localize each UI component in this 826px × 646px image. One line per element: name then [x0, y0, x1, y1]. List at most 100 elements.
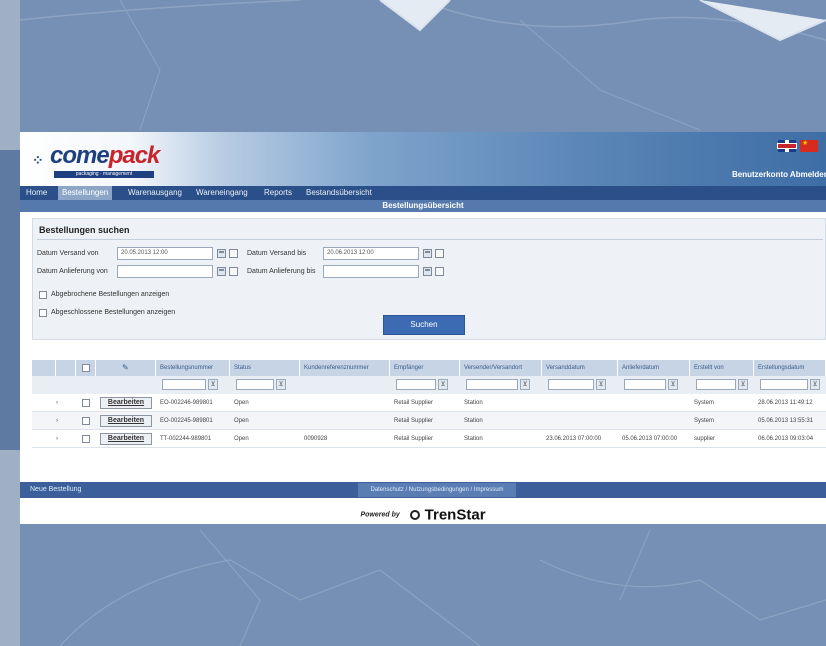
row-expand-icon[interactable]: ›: [56, 412, 58, 430]
filter-input[interactable]: [466, 379, 518, 390]
uk-flag-icon[interactable]: [778, 140, 796, 152]
table-header-cell[interactable]: Erstellungsdatum: [754, 360, 826, 376]
logo-word-pack: pack: [108, 142, 161, 169]
order-status: Open: [234, 400, 249, 406]
pencil-icon: ✎: [122, 363, 129, 372]
filter-icon[interactable]: ⊻: [520, 379, 530, 390]
china-flag-icon[interactable]: [800, 139, 818, 152]
search-button[interactable]: Suchen: [383, 315, 465, 335]
logo-word-come: come: [50, 142, 110, 169]
search-title: Bestellungen suchen: [39, 225, 130, 235]
filter-icon[interactable]: ⊻: [738, 379, 748, 390]
filter-input[interactable]: [696, 379, 736, 390]
table-row[interactable]: › Bearbeiten TT-002244-989801 Open 00909…: [32, 430, 826, 448]
filter-input[interactable]: [760, 379, 808, 390]
nav-item-wareneingang[interactable]: Wareneingang: [192, 186, 252, 200]
filter-icon[interactable]: ⊻: [668, 379, 678, 390]
app-window: ⁘ comepack packaging · management Benutz…: [20, 132, 826, 524]
date-delivery-from-input[interactable]: [117, 265, 213, 278]
main-nav: Home Bestellungen Warenausgang Wareneing…: [20, 186, 826, 200]
date-sent-to-label: Datum Versand bis: [247, 250, 307, 257]
table-row[interactable]: › Bearbeiten EO-002246-989801 Open Retai…: [32, 394, 826, 412]
show-cancelled-label: Abgebrochene Bestellungen anzeigen: [51, 291, 170, 298]
nav-item-warenausgang[interactable]: Warenausgang: [124, 186, 186, 200]
header-user-links[interactable]: Benutzerkonto Abmelden | Login: [732, 170, 826, 179]
filter-input[interactable]: [624, 379, 666, 390]
trenstar-logo-icon: [410, 509, 421, 520]
date-sent-from-input[interactable]: 20.05.2013 12:00: [117, 247, 213, 260]
row-expand-icon[interactable]: ›: [56, 394, 58, 412]
table-header-cell: [56, 360, 76, 376]
select-all-header: [76, 360, 96, 376]
nav-item-bestellungen[interactable]: Bestellungen: [58, 186, 113, 200]
edit-button[interactable]: Bearbeiten: [100, 415, 152, 427]
calendar-icon[interactable]: [423, 267, 432, 276]
customer-ref: 0090928: [304, 436, 328, 442]
nav-item-home[interactable]: Home: [22, 186, 51, 200]
clear-date-icon[interactable]: [229, 267, 238, 276]
select-all-checkbox[interactable]: [82, 364, 90, 372]
nav-item-bestandsuebersicht[interactable]: Bestandsübersicht: [302, 186, 376, 200]
filter-icon[interactable]: ⊻: [596, 379, 606, 390]
filter-input[interactable]: [236, 379, 274, 390]
created-at: 28.06.2013 11:49:12: [758, 400, 813, 406]
logo-tagline: packaging · management: [75, 171, 133, 177]
row-checkbox[interactable]: [82, 399, 90, 407]
filter-input[interactable]: [548, 379, 594, 390]
logo-mark-icon: ⁘: [32, 152, 44, 168]
order-status: Open: [234, 418, 249, 424]
date-delivery-to-input[interactable]: [323, 265, 419, 278]
powered-by-banner: Powered by TrenStar: [20, 506, 826, 523]
show-cancelled-checkbox[interactable]: [39, 291, 47, 299]
table-header-cell[interactable]: Versender/Versandort: [460, 360, 542, 376]
show-closed-checkbox[interactable]: [39, 309, 47, 317]
new-order-link[interactable]: Neue Bestellung: [30, 482, 81, 498]
calendar-icon[interactable]: [423, 249, 432, 258]
row-checkbox[interactable]: [82, 417, 90, 425]
clear-date-icon[interactable]: [435, 249, 444, 258]
ship-date: 23.06.2013 07:00:00: [546, 436, 602, 442]
table-header-cell: [32, 360, 56, 376]
table-header-cell[interactable]: Bestellungsnummer: [156, 360, 230, 376]
filter-row: ⊻ ⊻ ⊻ ⊻ ⊻ ⊻ ⊻ ⊻: [32, 376, 826, 394]
row-checkbox[interactable]: [82, 435, 90, 443]
table-header-cell[interactable]: Status: [230, 360, 300, 376]
recipient: Retail Supplier: [394, 436, 434, 442]
nav-item-reports[interactable]: Reports: [260, 186, 296, 200]
order-number[interactable]: EO-002246-989801: [160, 394, 213, 412]
table-header-cell[interactable]: Empfänger: [390, 360, 460, 376]
filter-icon[interactable]: ⊻: [810, 379, 820, 390]
table-header-cell[interactable]: Kundenreferenznummer: [300, 360, 390, 376]
table-header-cell[interactable]: Erstellt von: [690, 360, 754, 376]
powered-by-label: Powered by: [360, 511, 400, 519]
comepack-logo[interactable]: ⁘ comepack packaging · management: [32, 142, 160, 178]
filter-icon[interactable]: ⊻: [276, 379, 286, 390]
filter-icon[interactable]: ⊻: [438, 379, 448, 390]
table-header-cell[interactable]: Anlieferdatum: [618, 360, 690, 376]
edit-button[interactable]: Bearbeiten: [100, 397, 152, 409]
recipient: Retail Supplier: [394, 400, 434, 406]
clear-date-icon[interactable]: [435, 267, 444, 276]
order-number[interactable]: EO-002245-989801: [160, 412, 213, 430]
show-closed-label: Abgeschlossene Bestellungen anzeigen: [51, 309, 176, 316]
footer-links[interactable]: Datenschutz / Nutzungsbedingungen / Impr…: [358, 483, 516, 497]
sender: Station: [464, 400, 483, 406]
search-panel: Bestellungen suchen Datum Versand von 20…: [32, 218, 826, 340]
order-status: Open: [234, 436, 249, 442]
app-header: ⁘ comepack packaging · management Benutz…: [20, 132, 826, 186]
table-header-cell[interactable]: Versanddatum: [542, 360, 618, 376]
filter-icon[interactable]: ⊻: [208, 379, 218, 390]
date-sent-to-input[interactable]: 20.06.2013 12:00: [323, 247, 419, 260]
sender: Station: [464, 418, 483, 424]
clear-date-icon[interactable]: [229, 249, 238, 258]
created-by: System: [694, 418, 715, 424]
date-delivery-from-label: Datum Anlieferung von: [37, 268, 108, 275]
calendar-icon[interactable]: [217, 249, 226, 258]
row-expand-icon[interactable]: ›: [56, 430, 58, 448]
table-row[interactable]: › Bearbeiten EO-002245-989801 Open Retai…: [32, 412, 826, 430]
edit-button[interactable]: Bearbeiten: [100, 433, 152, 445]
filter-input[interactable]: [396, 379, 436, 390]
filter-input[interactable]: [162, 379, 206, 390]
calendar-icon[interactable]: [217, 267, 226, 276]
order-number[interactable]: TT-002244-989801: [160, 430, 211, 448]
